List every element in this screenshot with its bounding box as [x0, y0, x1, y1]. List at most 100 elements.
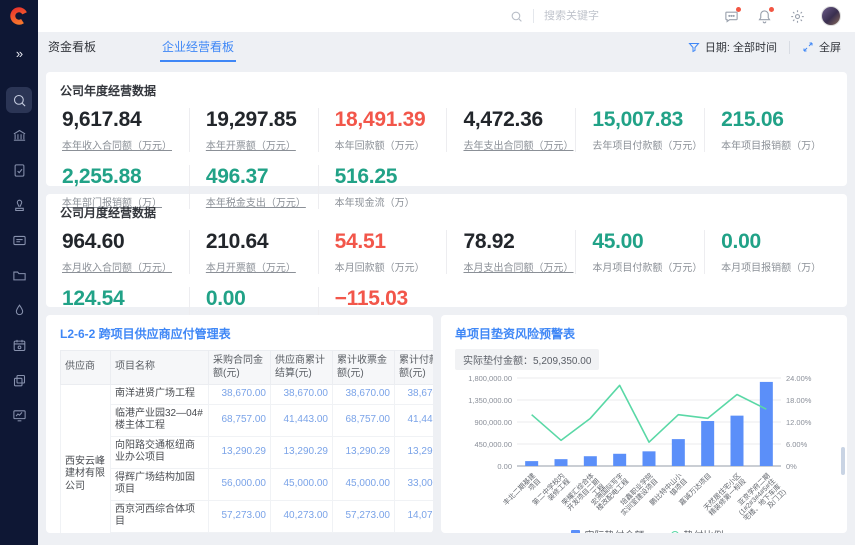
bar-7[interactable] [731, 416, 744, 466]
kpi-label: 本月项目付款额（万元） [592, 259, 704, 274]
amount-cell: 68,757.00 [209, 404, 271, 436]
settings-button[interactable] [790, 9, 805, 24]
kpi-cell: 9,617.84本年收入合同额（万元） [60, 108, 189, 152]
legend-actual-amount[interactable]: 实际垫付金额 [571, 527, 645, 533]
gear-icon [790, 9, 805, 24]
kpi-value: 964.60 [62, 230, 189, 254]
bar-3[interactable] [613, 454, 626, 466]
bar-5[interactable] [672, 439, 685, 466]
kpi-cell: 496.37本年税金支出（万元） [189, 165, 318, 209]
search-input[interactable] [544, 10, 654, 22]
kpi-label[interactable]: 本年收入合同额（万元） [62, 137, 189, 152]
sidebar-item-document-check[interactable] [6, 157, 32, 183]
legend-advance-ratio[interactable]: 垫付比例 [671, 527, 724, 533]
supplier-table-title[interactable]: L2-6-2 跨项目供应商应付管理表 [60, 325, 427, 342]
sidebar-item-id-card[interactable] [6, 227, 32, 253]
amount-cell: 38,670.00 [333, 385, 395, 405]
notifications-badge [769, 7, 774, 12]
search-box[interactable] [510, 9, 654, 23]
svg-text:0.00: 0.00 [497, 462, 512, 471]
amount-cell: 620,800.00 [209, 532, 271, 533]
date-filter-button[interactable]: 日期: 全部时间 [688, 39, 777, 55]
fullscreen-button[interactable]: 全屏 [802, 39, 841, 55]
kpi-label: 本年项目报销额（万） [721, 137, 833, 152]
table-header-cell: 项目名称 [111, 351, 209, 385]
kpi-cell: 2,255.88本年部门报销额（万） [60, 165, 189, 209]
tabbar-divider [789, 41, 790, 54]
kpi-label[interactable]: 本月开票额（万元） [206, 259, 318, 274]
svg-text:12.00%: 12.00% [786, 418, 812, 427]
sidebar-item-stamp[interactable] [6, 192, 32, 218]
sidebar-item-layers[interactable] [6, 367, 32, 393]
filter-funnel-icon [688, 41, 700, 53]
kpi-value: 54.51 [335, 230, 447, 254]
sidebar-expand-button[interactable]: » [16, 46, 22, 61]
search-icon [510, 10, 523, 23]
svg-text:1,350,000.00: 1,350,000.00 [468, 396, 512, 405]
app-logo[interactable] [0, 0, 38, 32]
sidebar-item-bank[interactable] [6, 122, 32, 148]
kpi-value: 18,491.39 [335, 108, 447, 132]
svg-text:24.00%: 24.00% [786, 374, 812, 383]
kpi-label[interactable]: 去年支出合同额（万元） [463, 137, 575, 152]
fullscreen-icon [802, 41, 814, 53]
sidebar-item-folder[interactable] [6, 262, 32, 288]
chart-scrollbar[interactable] [841, 447, 845, 475]
search-divider [533, 9, 534, 23]
amount-cell: 45,000.00 [333, 468, 395, 500]
kpi-cell: 516.25本年现金流（万） [318, 165, 447, 209]
user-avatar[interactable] [821, 6, 841, 26]
app-root: » 资金看板 企业经营 [0, 0, 855, 545]
risk-combo-chart[interactable]: 0.000%450,000.006.00%900,000.0012.00%1,3… [455, 370, 829, 526]
kpi-value: 516.25 [335, 165, 447, 189]
risk-chart-title[interactable]: 单项目垫资风险预警表 [455, 325, 839, 342]
tab-enterprise-dashboard[interactable]: 企业经营看板 [160, 32, 236, 62]
bar-1[interactable] [555, 459, 568, 466]
kpi-cell: 78.92 本月支出合同额（万元） [446, 230, 575, 274]
kpi-label[interactable]: 本月支出合同额（万元） [463, 259, 575, 274]
table-row: 高陵区宏志中学加固改造工程620,800.00450,800.0020,000.… [61, 532, 434, 533]
sidebar-item-calendar-settings[interactable] [6, 332, 32, 358]
amount-cell: 450,800.00 [271, 532, 333, 533]
document-check-icon [12, 163, 27, 178]
kpi-value: 210.64 [206, 230, 318, 254]
legend-bar-label: 实际垫付金额 [585, 527, 645, 533]
kpi-cell: 15,007.83去年项目付款额（万元） [575, 108, 704, 152]
bar-2[interactable] [584, 456, 597, 466]
amount-cell: 38,670.00 [271, 385, 333, 405]
sidebar: » [0, 0, 38, 545]
annual-card-title: 公司年度经营数据 [60, 82, 833, 99]
legend-line-label: 垫付比例 [684, 527, 724, 533]
bar-0[interactable] [525, 461, 538, 466]
amount-cell: 45,000.00 [271, 468, 333, 500]
messages-button[interactable] [724, 9, 739, 24]
sidebar-item-search[interactable] [6, 87, 32, 113]
sidebar-item-ink-drop[interactable] [6, 297, 32, 323]
table-row: 向阳路交通枢纽商业办公项目13,290.2913,290.2913,290.29… [61, 436, 434, 468]
project-name-cell: 高陵区宏志中学加固改造工程 [111, 532, 209, 533]
bar-6[interactable] [701, 421, 714, 466]
notifications-button[interactable] [757, 9, 772, 24]
kpi-cell: 215.06本年项目报销额（万） [704, 108, 833, 152]
kpi-label[interactable]: 本月收入合同额（万元） [62, 259, 189, 274]
kpi-label[interactable]: 本年开票额（万元） [206, 137, 318, 152]
bottom-row: L2-6-2 跨项目供应商应付管理表 供应商项目名称采购合同金额(元)供应商累计… [46, 315, 847, 533]
folder-icon [12, 268, 27, 283]
kpi-label[interactable]: 本年税金支出（万元） [206, 194, 318, 209]
kpi-value: 4,472.36 [463, 108, 575, 132]
bar-8[interactable] [760, 382, 773, 466]
stamp-icon [12, 198, 27, 213]
table-header-cell: 采购合同金额(元) [209, 351, 271, 385]
tab-fund-dashboard[interactable]: 资金看板 [46, 32, 98, 62]
line-series-swatch [671, 531, 679, 534]
kpi-value: 78.92 [463, 230, 575, 254]
kpi-cell: 45.00本月项目付款额（万元） [575, 230, 704, 274]
project-name-cell: 得辉广场结构加固项目 [111, 468, 209, 500]
amount-cell: 57,273.00 [209, 500, 271, 532]
sidebar-item-monitor-chart[interactable] [6, 402, 32, 428]
kpi-label: 本月项目报销额（万） [721, 259, 833, 274]
amount-cell: 20,000.00 [333, 532, 395, 533]
svg-text:450,000.00: 450,000.00 [474, 440, 512, 449]
bar-4[interactable] [643, 451, 656, 466]
amount-cell: 38,670.00 [209, 385, 271, 405]
